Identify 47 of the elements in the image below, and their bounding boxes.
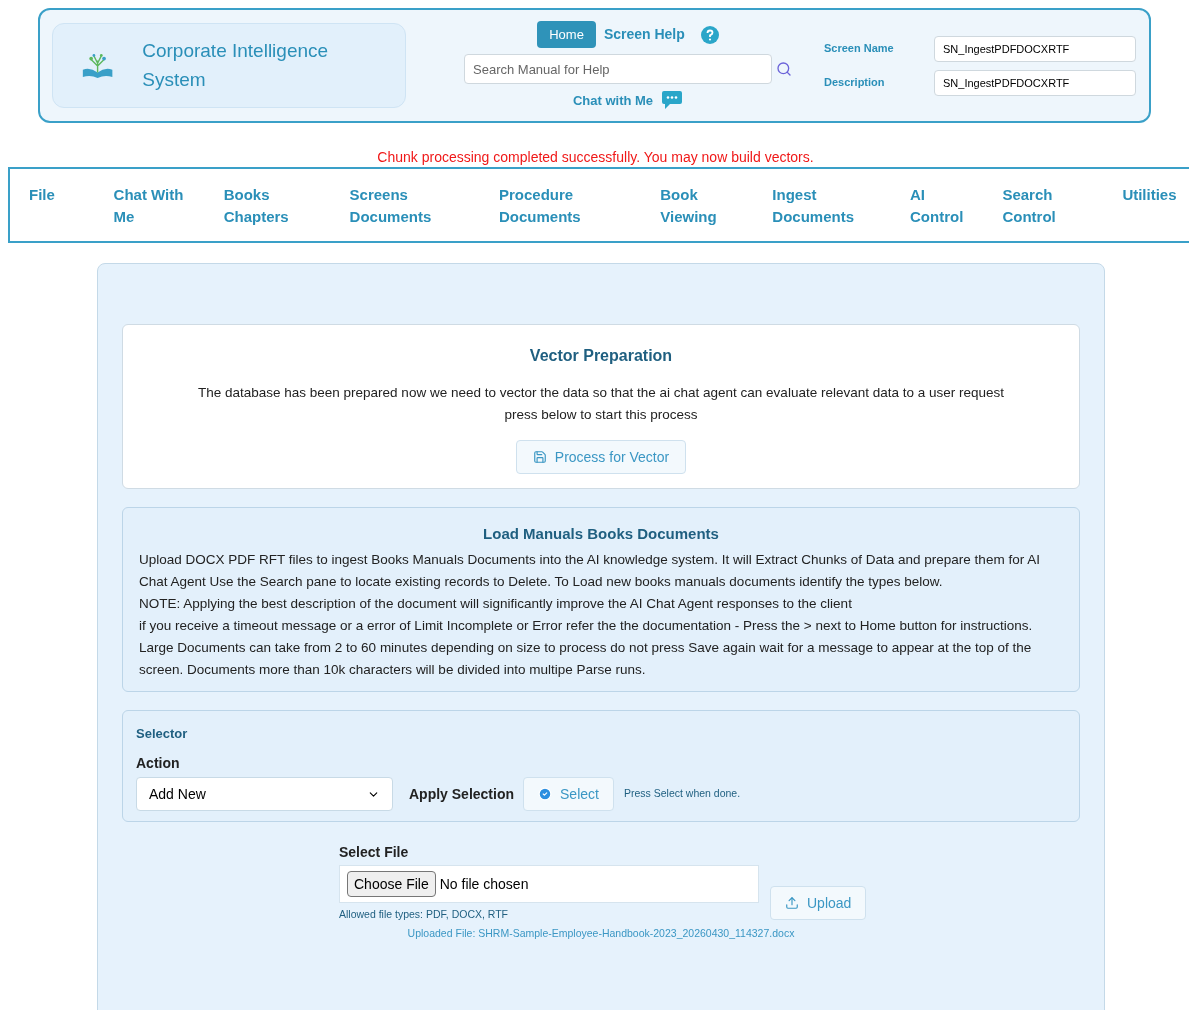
allowed-types: Allowed file types: PDF, DOCX, RTF [339,907,510,922]
menu-item[interactable]: Book Viewing [660,184,773,241]
field-input[interactable]: SN_IngestPDFDOCXRTF [934,35,1136,62]
help-icon[interactable] [700,25,719,44]
action-dropdown[interactable]: Add New [136,777,393,811]
menu-item[interactable]: File [29,184,114,241]
home-button[interactable]: Home [537,20,596,49]
select-hint: Press Select when done. [623,786,741,802]
select-button[interactable]: Select [523,777,614,811]
save-icon [532,450,547,464]
process-vector-button[interactable]: Process for Vector [515,440,687,474]
upload-button[interactable]: Upload [770,886,867,920]
info-paragraph: NOTE: Applying the best description of the document will significantly improve the AI Chat Agent responses to the client [139,594,853,613]
screen-help-link[interactable]: Screen Help [603,24,685,45]
menu-item[interactable]: Screens Documents [349,184,499,241]
chat-bubble-icon[interactable] [661,90,684,111]
upload-icon [785,896,799,910]
search-icon[interactable] [776,61,792,78]
book-tree-icon [81,51,115,80]
selector-title: Selector [136,724,189,743]
file-input[interactable]: Choose File No file chosen [339,865,759,903]
menu-item[interactable]: AI Control [910,184,1003,241]
menu-item[interactable]: Procedure Documents [499,184,661,241]
choose-file-button[interactable]: Choose File [347,871,436,897]
menu-item[interactable]: Search Control [1002,184,1123,241]
uploaded-file-text: Uploaded File: SHRM-Sample-Employee-Handbook-2023_20260430_114327.docx [406,925,796,941]
action-label: Action [136,754,181,773]
check-circle-icon [538,787,553,801]
menu-item[interactable]: Utilities [1122,184,1189,241]
field-input[interactable]: SN_IngestPDFDOCXRTF [934,69,1136,96]
chat-link[interactable]: Chat with Me [572,90,654,110]
help-search-field[interactable]: Search Manual for Help [464,54,772,85]
file-status: No file chosen [439,874,529,894]
card-title: Load Manuals Books Documents [482,524,720,544]
info-paragraph: Upload DOCX PDF RFT files to ingest Books Manuals Documents into the AI knowledge system. It will Extract Chunks of Data and prepare them for AI Chat Agent Use the Search pane to locate existing records to Delete. To Load new books manuals documents identify the types below. [139,550,1041,591]
info-paragraph: if you receive a timeout message or a error of Limit Incomplete or Error refer the the documentation - Press the > next to Home button for instructions. Large Documents can take from 2 to 60 minutes depending on size to process do not press Save again wait for a message to appear at the top of the screen. Documents more than 10k characters will be divided into multipe Parse runs. [139,616,1034,679]
menu-item[interactable]: Books Chapters [223,184,350,241]
apply-selection-label: Apply Selection [409,784,515,804]
field-label: Description [824,75,886,91]
card-text: The database has been prepared now we need to vector the data so that the ai chat agent can evaluate relevant data to a user request press below to start this process [196,384,1006,424]
field-label: Screen Name [824,41,895,57]
app-title: Corporate Intelligence System [142,39,330,92]
status-message: Chunk processing completed successfully. You may now build vectors. [376,148,815,167]
select-file-label: Select File [339,843,410,862]
menu-item[interactable]: Ingest Documents [772,184,910,241]
card-title: Vector Preparation [529,346,673,366]
menu-item[interactable]: Chat With Me [113,184,224,241]
